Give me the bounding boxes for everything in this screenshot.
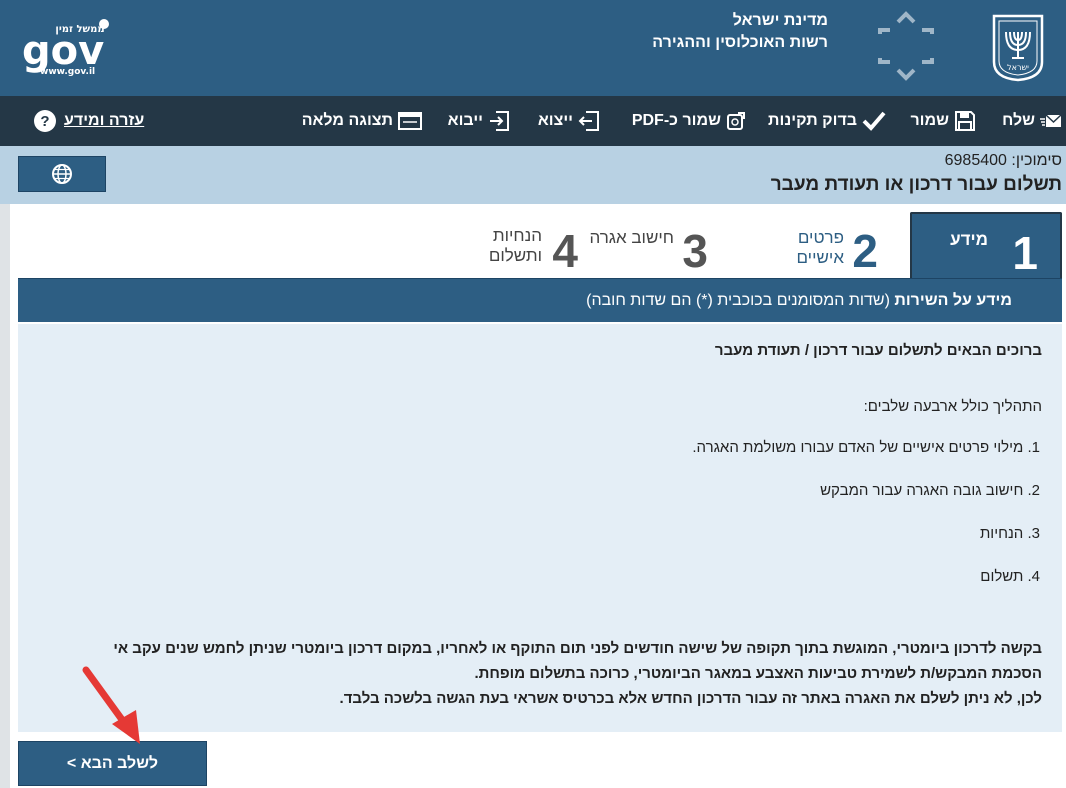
validate-label: בדוק תקינות xyxy=(768,112,857,129)
gov-il-logo[interactable]: ממשל זמין gov www.gov.il xyxy=(20,14,112,78)
save-pdf-label: שמור כ-PDF xyxy=(631,112,721,129)
step-2-number: 2 xyxy=(852,225,878,277)
export-button[interactable]: ייצוא xyxy=(538,96,600,146)
state-of-israel-label: מדינת ישראל xyxy=(732,12,828,29)
biometric-note-line2: הסכמת המבקש/ת לשמירת טביעות האצבע במאגר … xyxy=(474,665,1042,682)
step-3-label: חישוב אגרה xyxy=(589,228,674,247)
welcome-heading: ברוכים הבאים לתשלום עבור דרכון / תעודת מ… xyxy=(714,342,1042,359)
send-button[interactable]: שלח xyxy=(1002,96,1062,146)
save-label: שמור xyxy=(910,112,949,129)
svg-text:www.gov.il: www.gov.il xyxy=(40,67,95,77)
step-1-tab[interactable]: 1 מידע xyxy=(910,212,1062,278)
israel-emblem-icon: ישראל xyxy=(992,14,1044,82)
fullscreen-button[interactable]: תצוגה מלאה xyxy=(302,96,422,146)
step-3-tab[interactable]: 3 חישוב אגרה xyxy=(578,212,748,278)
help-link[interactable]: עזרה ומידע ? xyxy=(34,96,144,146)
wizard-steps: 1 מידע 2 פרטים אישיים 3 חישוב אגרה 4 הנח… xyxy=(18,212,1062,278)
step-1-number: 1 xyxy=(1012,227,1038,279)
question-mark-icon: ? xyxy=(34,110,56,132)
process-intro: התהליך כולל ארבעה שלבים: xyxy=(863,398,1042,415)
export-label: ייצוא xyxy=(537,112,573,129)
validate-button[interactable]: בדוק תקינות xyxy=(768,96,886,146)
list-item: 3. הנחיות xyxy=(979,525,1040,542)
star-of-david-icon xyxy=(878,11,934,81)
population-authority-label: רשות האוכלוסין וההגירה xyxy=(652,34,828,51)
svg-text:ישראל: ישראל xyxy=(1007,63,1029,72)
floppy-disk-icon xyxy=(955,111,975,131)
ministry-name: מדינת ישראל רשות האוכלוסין וההגירה xyxy=(652,10,828,54)
site-header: ישראל מדינת ישראל רשות האוכלוסין וההגירה… xyxy=(0,0,1066,96)
step-4-label-line1: הנחיות xyxy=(492,226,542,245)
save-pdf-button[interactable]: שמור כ-PDF xyxy=(632,96,746,146)
help-label: עזרה ומידע xyxy=(64,112,145,129)
checkmark-icon xyxy=(862,111,886,131)
reference-number: סימוכין: 6985400 xyxy=(944,152,1062,169)
fullscreen-window-icon xyxy=(398,112,422,130)
section-title: מידע על השירות xyxy=(894,292,1012,309)
step-3-number: 3 xyxy=(682,225,708,277)
next-step-button[interactable]: לשלב הבא > xyxy=(18,741,207,786)
save-button[interactable]: שמור xyxy=(910,96,976,146)
section-required-note: (שדות המסומנים בכוכבית (*) הם שדות חובה) xyxy=(586,292,895,309)
step-2-tab[interactable]: 2 פרטים אישיים xyxy=(748,212,898,278)
pdf-icon xyxy=(727,112,745,130)
form-info-band: סימוכין: 6985400 תשלום עבור דרכון או תעו… xyxy=(0,146,1066,204)
step-1-label: מידע xyxy=(950,230,988,249)
biometric-note-line3: לכן, לא ניתן לשלם את האגרה באתר זה עבור … xyxy=(339,690,1042,707)
service-info-panel: ברוכים הבאים לתשלום עבור דרכון / תעודת מ… xyxy=(18,324,1062,732)
section-header: מידע על השירות (שדות המסומנים בכוכבית (*… xyxy=(18,278,1062,322)
globe-icon xyxy=(52,164,72,184)
step-4-tab[interactable]: 4 הנחיות ותשלום xyxy=(458,212,578,278)
import-button[interactable]: ייבוא xyxy=(448,96,510,146)
step-4-label: הנחיות ותשלום xyxy=(489,226,542,266)
list-item: 1. מילוי פרטים אישיים של האדם עבורו משול… xyxy=(692,439,1040,456)
step-4-number: 4 xyxy=(552,225,578,277)
form-toolbar: שלח שמור בדוק תקינות שמור כ-PDF ייצוא יי… xyxy=(0,96,1066,146)
step-4-label-line2: ותשלום xyxy=(488,246,542,265)
step-2-label-line1: פרטים xyxy=(797,228,844,247)
section-title-line: מידע על השירות (שדות המסומנים בכוכבית (*… xyxy=(586,292,1012,310)
import-label: ייבוא xyxy=(447,112,483,129)
left-border-strip xyxy=(0,204,10,788)
list-item: 2. חישוב גובה האגרה עבור המבקש xyxy=(820,482,1040,499)
list-item: 4. תשלום xyxy=(980,568,1040,585)
biometric-note-line1: בקשה לדרכון ביומטרי, המוגשת בתוך תקופה ש… xyxy=(113,640,1042,657)
send-mail-icon xyxy=(1040,114,1062,127)
export-icon xyxy=(578,111,599,131)
fullscreen-label: תצוגה מלאה xyxy=(301,112,393,129)
step-2-label-line2: אישיים xyxy=(796,248,844,267)
step-2-label: פרטים אישיים xyxy=(796,228,844,268)
import-icon xyxy=(490,111,509,131)
page-title: תשלום עבור דרכון או תעודת מעבר xyxy=(770,174,1062,195)
language-button[interactable] xyxy=(18,156,106,192)
send-label: שלח xyxy=(1002,112,1035,129)
